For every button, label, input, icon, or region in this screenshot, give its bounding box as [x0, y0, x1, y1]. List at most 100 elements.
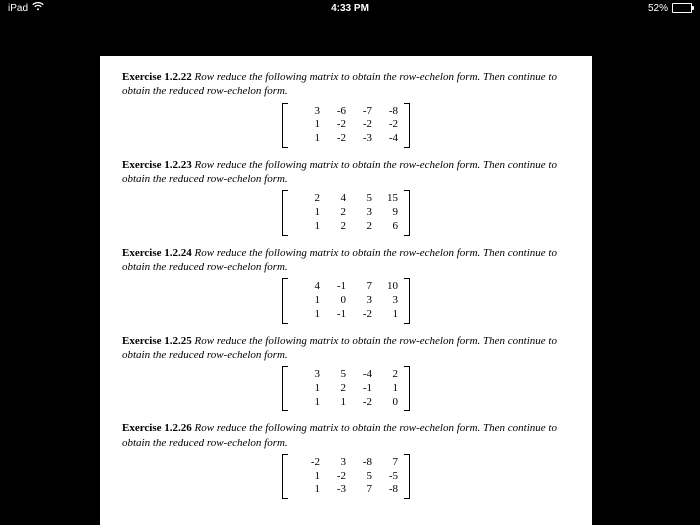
bracket-right-icon: [404, 278, 410, 323]
exercise-number: Exercise 1.2.22: [122, 71, 192, 83]
matrix-wrap: 4-1 7 10 1 0 3 3 1-1-2 1: [122, 278, 570, 323]
matrix-rows: 3-6-7-8 1-2-2-2 1-2-3-4: [288, 103, 404, 148]
matrix-cell: 3: [346, 206, 372, 220]
matrix: 4-1 7 10 1 0 3 3 1-1-2 1: [282, 278, 410, 323]
matrix-cell: 1: [294, 382, 320, 396]
matrix-cell: -5: [372, 470, 398, 484]
matrix-row: 1-2-3-4: [294, 132, 398, 146]
matrix-cell: 5: [346, 192, 372, 206]
matrix-cell: 2: [320, 382, 346, 396]
matrix-row: 3 5-4 2: [294, 368, 398, 382]
bracket-right-icon: [404, 454, 410, 499]
matrix-cell: 1: [320, 396, 346, 410]
matrix-cell: 1: [372, 308, 398, 322]
matrix-row: 1 2-1 1: [294, 382, 398, 396]
matrix-cell: -2: [346, 118, 372, 132]
matrix: 2 4 5 15 1 2 3 9 1 2 2 6: [282, 190, 410, 235]
matrix-cell: 10: [372, 280, 398, 294]
exercise-prompt: Exercise 1.2.24 Row reduce the following…: [122, 246, 570, 275]
matrix-rows: 4-1 7 10 1 0 3 3 1-1-2 1: [288, 278, 404, 323]
matrix-cell: -2: [372, 118, 398, 132]
exercise-number: Exercise 1.2.24: [122, 247, 192, 259]
matrix: -2 3-8 7 1-2 5-5 1-3 7-8: [282, 454, 410, 499]
exercise-number: Exercise 1.2.25: [122, 335, 192, 347]
matrix-cell: 5: [320, 368, 346, 382]
matrix-cell: -7: [346, 105, 372, 119]
matrix-cell: 2: [346, 220, 372, 234]
matrix-cell: 4: [294, 280, 320, 294]
status-bar: iPad 4:33 PM 52%: [0, 0, 700, 16]
matrix-cell: 3: [346, 294, 372, 308]
exercise-prompt: Exercise 1.2.25 Row reduce the following…: [122, 334, 570, 363]
matrix-wrap: 3 5-4 2 1 2-1 1 1 1-2 0: [122, 366, 570, 411]
matrix-cell: -1: [320, 308, 346, 322]
matrix-cell: -1: [320, 280, 346, 294]
matrix-cell: 5: [346, 470, 372, 484]
bracket-right-icon: [404, 103, 410, 148]
matrix-rows: -2 3-8 7 1-2 5-5 1-3 7-8: [288, 454, 404, 499]
matrix-cell: 1: [372, 382, 398, 396]
matrix-row: 1 2 3 9: [294, 206, 398, 220]
matrix-cell: 2: [320, 206, 346, 220]
device-label: iPad: [8, 3, 28, 14]
matrix-row: 1-2-2-2: [294, 118, 398, 132]
matrix-cell: 1: [294, 206, 320, 220]
matrix-cell: -4: [346, 368, 372, 382]
status-right: 52%: [648, 3, 692, 14]
exercise: Exercise 1.2.24 Row reduce the following…: [122, 246, 570, 324]
matrix-cell: 4: [320, 192, 346, 206]
exercise: Exercise 1.2.22 Row reduce the following…: [122, 70, 570, 148]
matrix-row: 1-1-2 1: [294, 308, 398, 322]
matrix-cell: -3: [320, 483, 346, 497]
matrix-cell: 7: [372, 456, 398, 470]
exercise-number: Exercise 1.2.23: [122, 159, 192, 171]
matrix-row: 1-2 5-5: [294, 470, 398, 484]
matrix-cell: -2: [320, 118, 346, 132]
battery-icon: [672, 3, 692, 13]
matrix-cell: 2: [294, 192, 320, 206]
matrix-cell: 15: [372, 192, 398, 206]
matrix-row: 3-6-7-8: [294, 105, 398, 119]
matrix-cell: -1: [346, 382, 372, 396]
matrix-cell: 0: [320, 294, 346, 308]
matrix-cell: -6: [320, 105, 346, 119]
matrix-cell: 1: [294, 470, 320, 484]
matrix-row: -2 3-8 7: [294, 456, 398, 470]
matrix-cell: -2: [320, 470, 346, 484]
bracket-right-icon: [404, 190, 410, 235]
exercise-prompt: Exercise 1.2.22 Row reduce the following…: [122, 70, 570, 99]
matrix-cell: -8: [372, 105, 398, 119]
matrix: 3 5-4 2 1 2-1 1 1 1-2 0: [282, 366, 410, 411]
matrix-cell: 3: [294, 368, 320, 382]
matrix-wrap: 2 4 5 15 1 2 3 9 1 2 2 6: [122, 190, 570, 235]
matrix-row: 4-1 7 10: [294, 280, 398, 294]
matrix-cell: 1: [294, 294, 320, 308]
matrix-cell: -2: [346, 308, 372, 322]
battery-pct: 52%: [648, 3, 668, 14]
matrix-cell: 7: [346, 280, 372, 294]
matrix-cell: 2: [320, 220, 346, 234]
matrix-cell: -8: [346, 456, 372, 470]
matrix-cell: 3: [320, 456, 346, 470]
matrix-cell: -2: [346, 396, 372, 410]
matrix-cell: 3: [372, 294, 398, 308]
exercise-prompt: Exercise 1.2.26 Row reduce the following…: [122, 421, 570, 450]
matrix-cell: 7: [346, 483, 372, 497]
matrix-cell: 9: [372, 206, 398, 220]
matrix-cell: 0: [372, 396, 398, 410]
matrix-cell: 2: [372, 368, 398, 382]
matrix-cell: 1: [294, 396, 320, 410]
status-left: iPad: [8, 2, 44, 14]
matrix-cell: -3: [346, 132, 372, 146]
matrix-cell: -4: [372, 132, 398, 146]
matrix-row: 1 0 3 3: [294, 294, 398, 308]
matrix-wrap: 3-6-7-8 1-2-2-2 1-2-3-4: [122, 103, 570, 148]
clock: 4:33 PM: [331, 3, 369, 14]
document-page: Exercise 1.2.22 Row reduce the following…: [100, 56, 592, 525]
matrix-rows: 3 5-4 2 1 2-1 1 1 1-2 0: [288, 366, 404, 411]
matrix-row: 2 4 5 15: [294, 192, 398, 206]
matrix-wrap: -2 3-8 7 1-2 5-5 1-3 7-8: [122, 454, 570, 499]
bracket-right-icon: [404, 366, 410, 411]
matrix-cell: 1: [294, 483, 320, 497]
matrix-cell: -2: [294, 456, 320, 470]
